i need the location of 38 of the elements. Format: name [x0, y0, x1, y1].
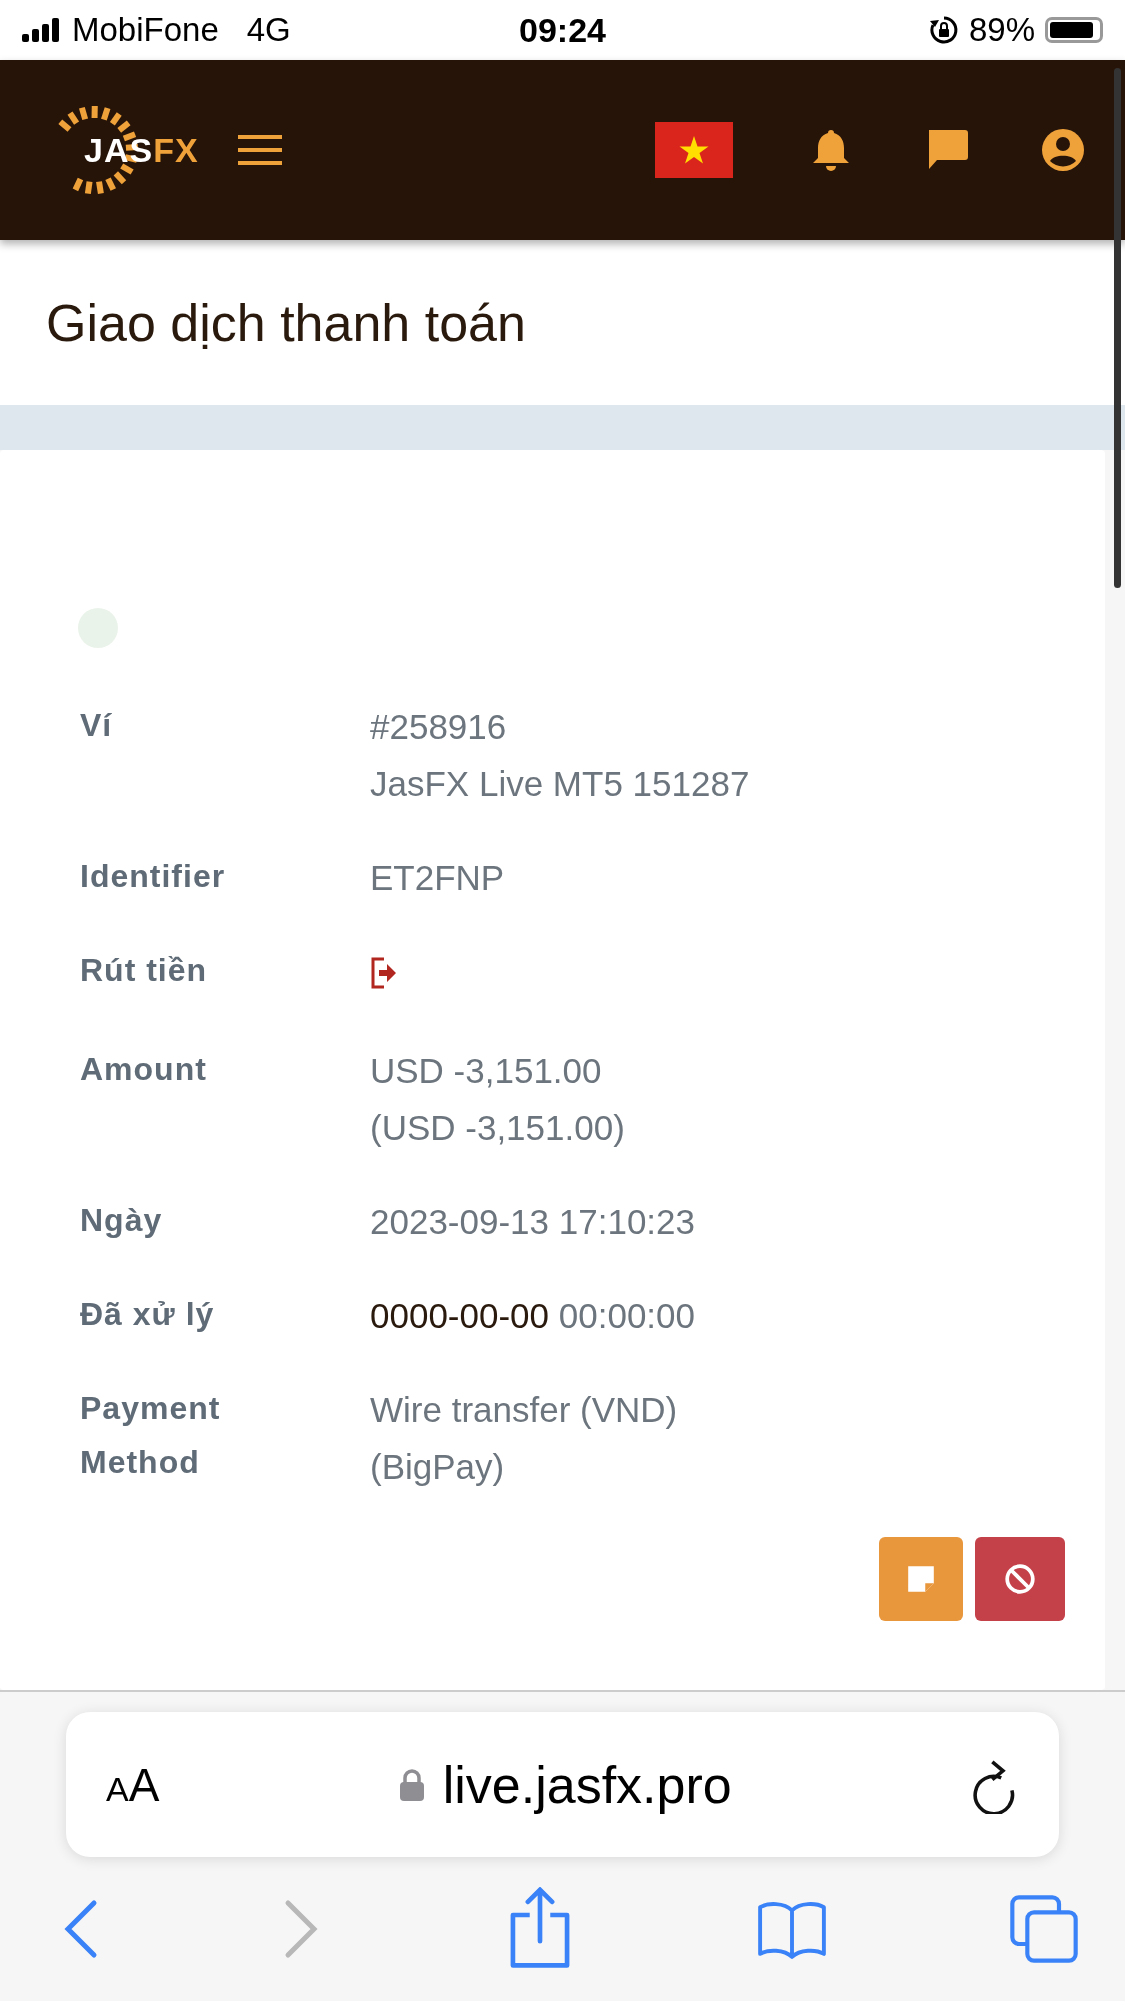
- field-value: (BigPay): [370, 1446, 506, 1488]
- cancel-button[interactable]: [975, 1537, 1065, 1621]
- menu-icon[interactable]: [238, 135, 282, 165]
- logo-wordmark: JASFX: [84, 130, 199, 170]
- network-type: 4G: [246, 11, 291, 49]
- field-value: (USD -3,151.00): [370, 1107, 625, 1149]
- address-bar[interactable]: AA live.jasfx.pro: [66, 1712, 1059, 1857]
- field-label: Amount: [80, 1050, 208, 1089]
- field-label: Ngày: [80, 1201, 164, 1240]
- clock-time: 09:24: [519, 10, 606, 50]
- date-value: 0000-00-00: [370, 1296, 550, 1335]
- field-label: Rút tiền: [80, 951, 209, 990]
- prohibited-icon: [1004, 1563, 1036, 1595]
- field-value: USD -3,151.00: [370, 1050, 603, 1092]
- field-value: JasFX Live MT5 151287: [370, 763, 750, 805]
- field-label: Identifier: [80, 857, 227, 896]
- text-size-button[interactable]: AA: [106, 1757, 160, 1812]
- account-icon[interactable]: [1041, 128, 1085, 172]
- lock-icon: [398, 1767, 425, 1802]
- field-label: Đã xử lý: [80, 1295, 216, 1334]
- field-value: 2023-09-13 17:10:23: [370, 1201, 695, 1243]
- battery-percent: 89%: [968, 11, 1035, 49]
- field-label: Payment Method: [80, 1389, 222, 1482]
- note-button[interactable]: [879, 1537, 963, 1621]
- field-value: #258916: [370, 706, 508, 748]
- rotation-lock-icon: [928, 15, 959, 45]
- field-label: Ví: [80, 706, 114, 745]
- field-value: ET2FNP: [370, 857, 505, 899]
- exit-icon: [370, 957, 398, 989]
- carrier-name: MobiFone: [72, 11, 219, 49]
- page-title: Giao dịch thanh toán: [46, 292, 526, 353]
- note-icon: [905, 1563, 937, 1595]
- url-text: live.jasfx.pro: [442, 1754, 732, 1815]
- signal-icon: [22, 18, 62, 42]
- time-value: 00:00:00: [558, 1296, 696, 1335]
- battery-icon: [1045, 17, 1103, 43]
- field-value: Wire transfer (VND): [370, 1389, 678, 1431]
- flag-icon[interactable]: [655, 122, 733, 178]
